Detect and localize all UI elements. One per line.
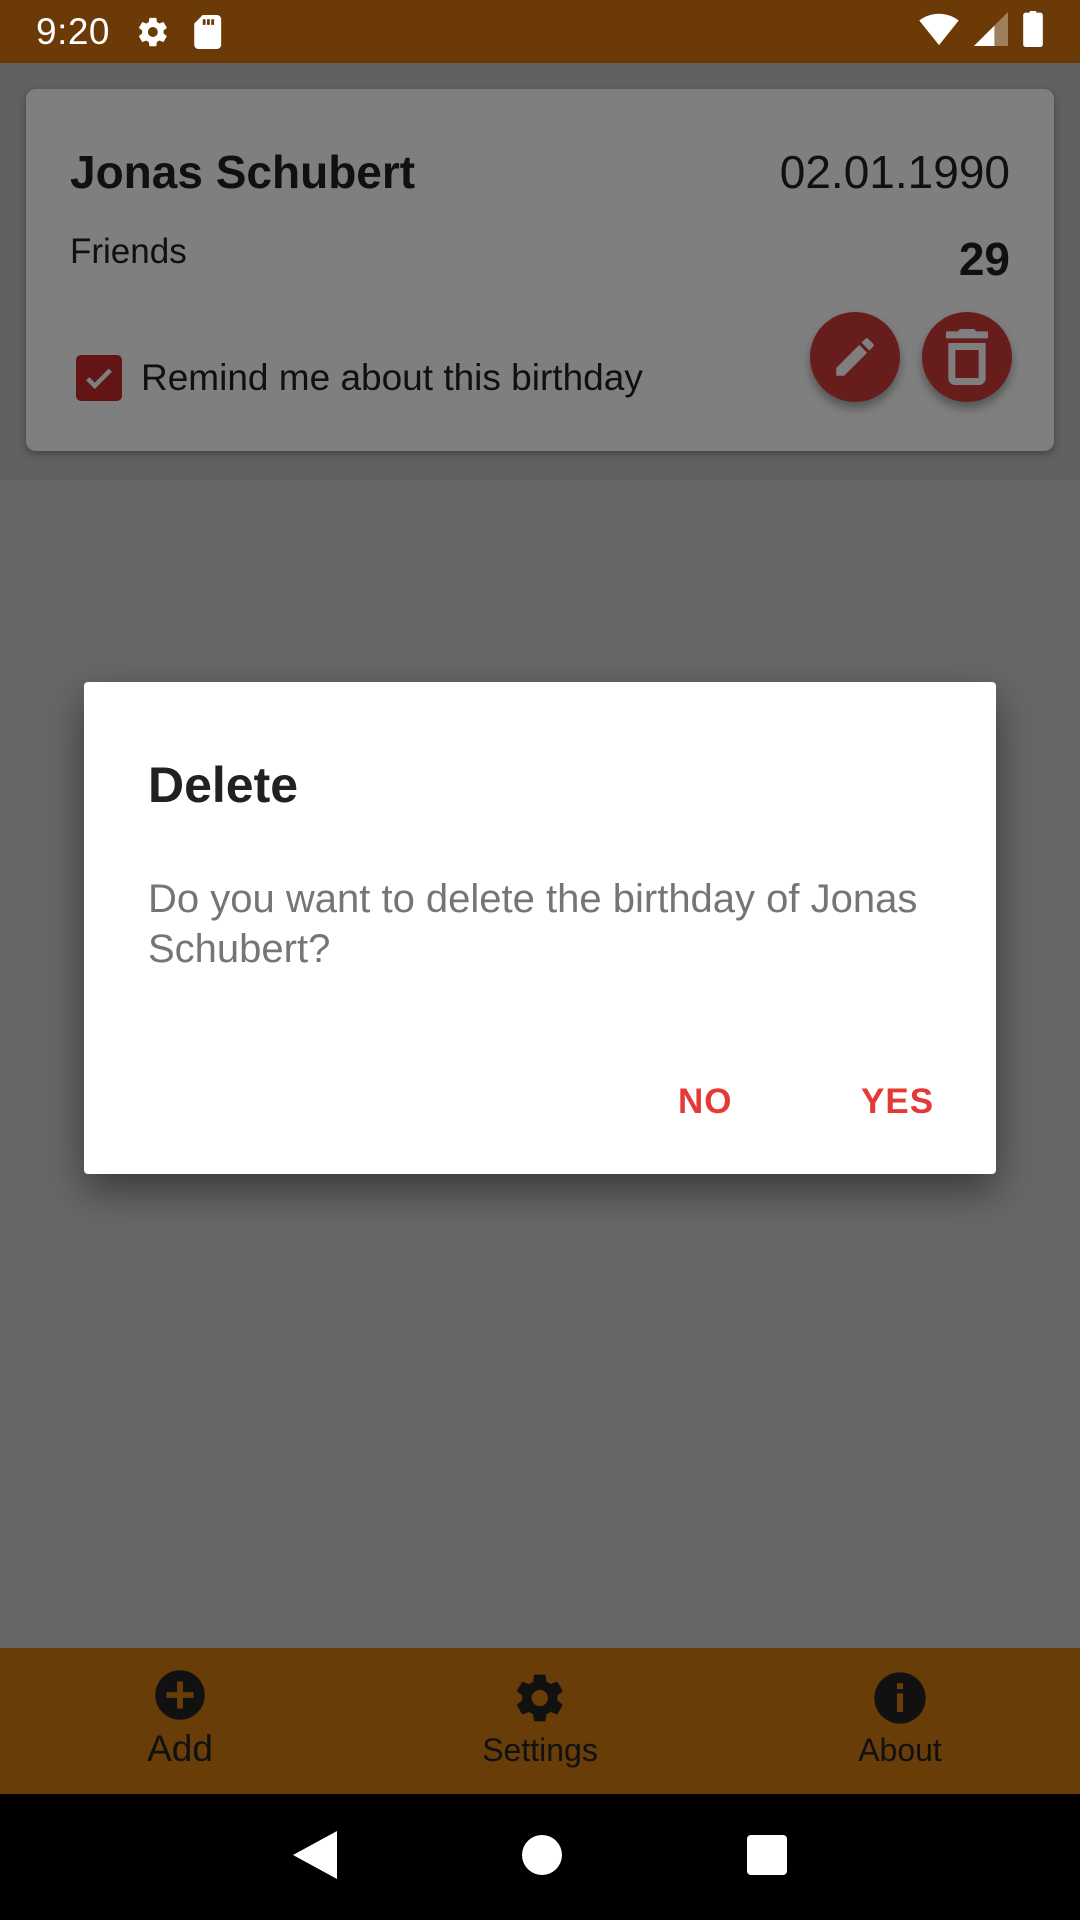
sd-card-icon: [192, 14, 222, 49]
back-icon[interactable]: [292, 1830, 337, 1885]
no-button[interactable]: NO: [664, 1074, 747, 1130]
system-nav: [0, 1794, 1080, 1920]
status-bar: 9:20: [0, 0, 1080, 63]
gear-icon: [136, 15, 170, 49]
delete-dialog: Delete Do you want to delete the birthda…: [84, 682, 996, 1174]
yes-button[interactable]: YES: [847, 1074, 948, 1130]
dialog-message: Do you want to delete the birthday of Jo…: [148, 877, 918, 971]
wifi-icon: [918, 12, 960, 51]
signal-icon: [974, 12, 1008, 51]
dialog-title: Delete: [148, 757, 299, 813]
status-time: 9:20: [36, 10, 111, 52]
recents-icon[interactable]: [747, 1834, 788, 1880]
battery-icon: [1022, 11, 1044, 52]
home-icon[interactable]: [521, 1834, 562, 1880]
